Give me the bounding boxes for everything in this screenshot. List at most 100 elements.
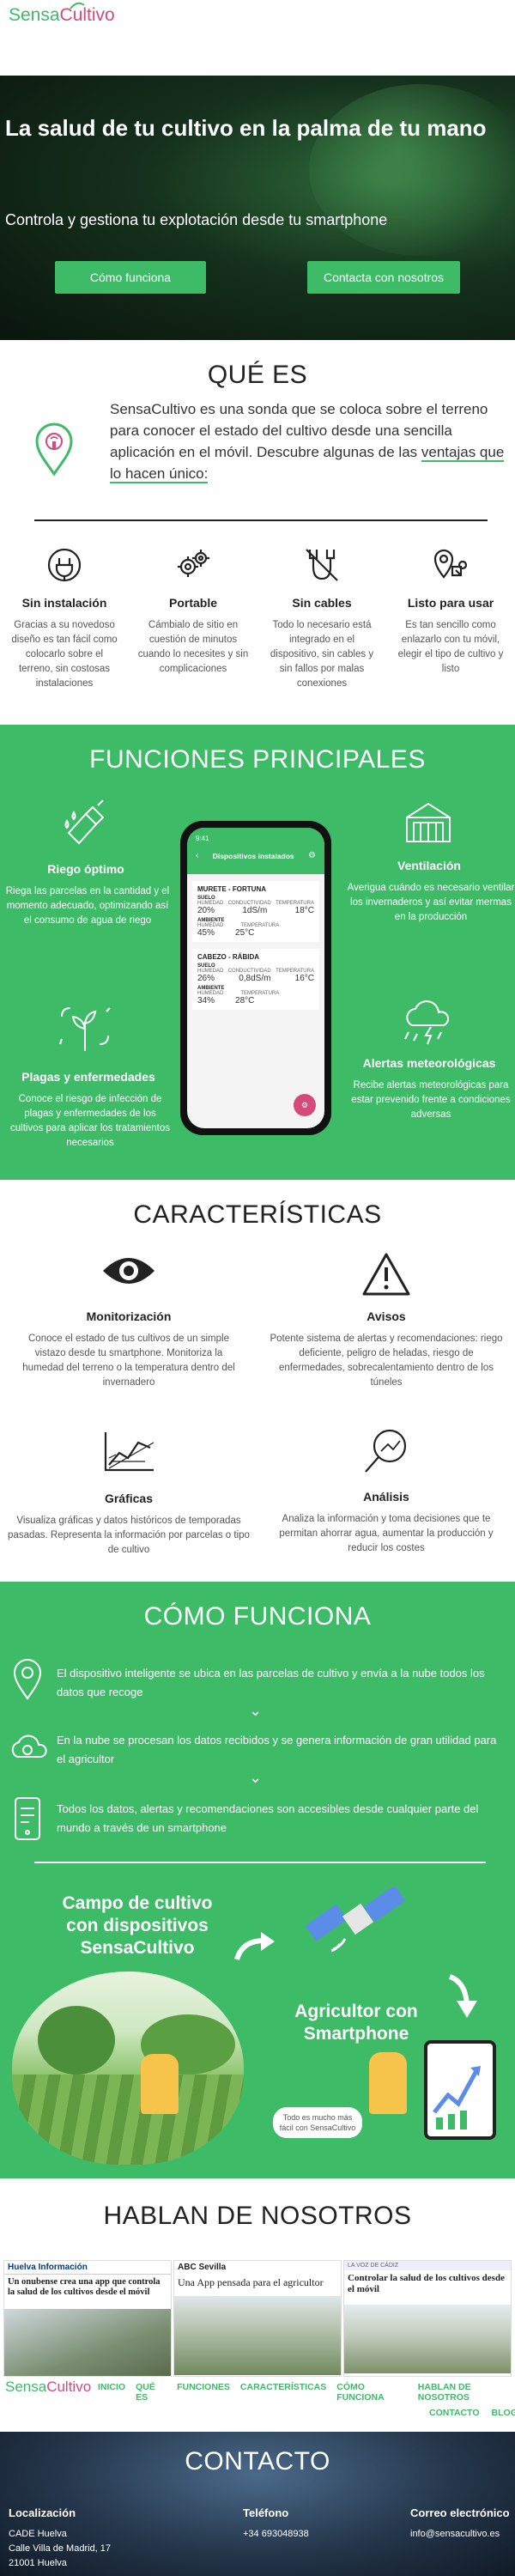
location-pin-icon bbox=[386, 546, 515, 584]
logo[interactable]: SensaCultivo bbox=[9, 2, 115, 26]
nav-funciones[interactable]: FUNCIONES bbox=[177, 2382, 230, 2403]
logo-text-sensa: Sensa bbox=[9, 5, 60, 25]
function-title: Alertas meteorológicas bbox=[362, 1056, 496, 1070]
news-image bbox=[4, 2309, 171, 2376]
characteristic-text: Analiza la información y toma decisiones… bbox=[279, 1514, 494, 1553]
step-text: El dispositivo inteligente se ubica en l… bbox=[57, 1667, 485, 1698]
feature-title: Listo para usar bbox=[407, 596, 494, 610]
contact-phone: Teléfono +34 693048938 bbox=[243, 2506, 309, 2542]
como-funciona-title: CÓMO FUNCIONA bbox=[143, 1602, 372, 1631]
device-value: 25°C bbox=[235, 928, 255, 938]
news-headline: Controlar la salud de los cultivos desde… bbox=[348, 2273, 505, 2294]
phone-number[interactable]: +34 693048938 bbox=[243, 2527, 309, 2542]
chevron-down-icon: ⌄ bbox=[249, 1769, 263, 1786]
contact-title: CONTACTO bbox=[185, 2447, 330, 2476]
hero-title: La salud de tu cultivo en la palma de tu… bbox=[5, 115, 487, 141]
feature-listo: Listo para usar Es tan sencillo como enl… bbox=[386, 546, 515, 677]
que-es-title: QUÉ ES bbox=[207, 361, 308, 389]
contact-email: Correo electrónico info@sensacultivo.es bbox=[410, 2506, 510, 2542]
nav-hablan[interactable]: HABLAN DE NOSOTROS bbox=[418, 2382, 515, 2403]
feature-sin-cables: Sin cables Todo lo necesario está integr… bbox=[258, 546, 386, 691]
nav-row-2: CONTACTO BLOG bbox=[429, 2408, 515, 2418]
plant-icon bbox=[57, 1001, 113, 1057]
news-image bbox=[344, 2305, 511, 2373]
nav-como-funciona[interactable]: CÓMO FUNCIONA bbox=[336, 2382, 408, 2403]
weather-icon bbox=[400, 996, 455, 1050]
device-card[interactable]: MURETE - FORTUNA SUELO HUMEDAD CONDUCTIVI… bbox=[192, 881, 319, 942]
device-value: 18°C bbox=[294, 906, 314, 915]
function-title: Riego óptimo bbox=[47, 862, 124, 876]
phone-header: 9:41 ‹ Dispositivos instalados ⚙ bbox=[187, 828, 324, 874]
characteristic-text: Conoce el estado de tus cultivos de un s… bbox=[22, 1334, 235, 1388]
device-value: 26% bbox=[197, 974, 215, 983]
characteristic-monitorizacion: Monitorización Conoce el estado de tus c… bbox=[0, 1252, 258, 1390]
cloud-gear-icon bbox=[7, 1729, 48, 1768]
farmer-figure bbox=[141, 2054, 179, 2114]
function-text: Recibe alertas meteorológicas para estar… bbox=[351, 1080, 511, 1120]
device-value: 20% bbox=[197, 906, 215, 915]
footer-logo[interactable]: SensaCultivo bbox=[5, 2379, 91, 2396]
contact-button[interactable]: Contacta con nosotros bbox=[307, 261, 460, 294]
nav-que-es[interactable]: QUÉ ES bbox=[136, 2382, 167, 2403]
characteristic-graficas: Gráficas Visualiza gráficas y datos hist… bbox=[0, 1431, 258, 1558]
funciones-section: FUNCIONES PRINCIPALES Riego óptimo Riega… bbox=[0, 725, 515, 1180]
device-card[interactable]: CABEZO - RÁBIDA SUELO HUMEDAD CONDUCTIVID… bbox=[192, 949, 319, 1010]
phone-time: 9:41 bbox=[196, 835, 209, 842]
chevron-down-icon: ⌄ bbox=[249, 1702, 263, 1719]
location-device-icon bbox=[34, 421, 74, 482]
phone-data-icon bbox=[10, 1796, 45, 1845]
plug-icon bbox=[0, 546, 129, 584]
que-es-description: SensaCultivo es una sonda que se coloca … bbox=[110, 398, 505, 484]
news-headline: Un onubense crea una app que controla la… bbox=[8, 2277, 161, 2297]
phone-illustration bbox=[424, 2040, 496, 2140]
how-it-works-button[interactable]: Cómo funciona bbox=[55, 261, 206, 294]
news-card[interactable]: Huelva Información Un onubense crea una … bbox=[3, 2260, 172, 2377]
back-icon[interactable]: ‹ bbox=[196, 851, 198, 860]
nav-contacto[interactable]: CONTACTO bbox=[429, 2408, 480, 2418]
device-value: 0,8dS/m bbox=[239, 974, 271, 983]
arrow-down-icon bbox=[445, 1973, 482, 2024]
location-line: Calle Villa de Madrid, 17 bbox=[9, 2543, 112, 2554]
phone-header-title: Dispositivos instalados bbox=[212, 851, 294, 860]
email-label: Correo electrónico bbox=[410, 2506, 510, 2519]
characteristic-avisos: Avisos Potente sistema de alertas y reco… bbox=[258, 1252, 515, 1390]
caracteristicas-title: CARACTERÍSTICAS bbox=[133, 1200, 382, 1229]
news-headline: Una App pensada para el agricultor bbox=[178, 2276, 324, 2288]
gears-icon bbox=[129, 546, 258, 584]
divider bbox=[34, 1862, 486, 1863]
hero-subtitle: Controla y gestiona tu explotación desde… bbox=[5, 211, 388, 228]
email-link[interactable]: info@sensacultivo.es bbox=[410, 2527, 510, 2542]
device-value: 16°C bbox=[294, 974, 314, 983]
feature-portable: Portable Cámbialo de sitio en cuestión d… bbox=[129, 546, 258, 677]
nav-caracteristicas[interactable]: CARACTERÍSTICAS bbox=[240, 2382, 326, 2403]
feature-title: Sin instalación bbox=[21, 596, 107, 610]
como-funciona-section: CÓMO FUNCIONA El dispositivo inteligente… bbox=[0, 1582, 515, 2178]
function-title: Ventilación bbox=[397, 859, 461, 872]
characteristic-title: Gráficas bbox=[104, 1492, 154, 1505]
settings-icon[interactable]: ⚙ bbox=[308, 851, 316, 860]
logo-text-sensa: Sensa bbox=[5, 2379, 47, 2395]
device-value: 45% bbox=[197, 928, 215, 938]
hero-leaf-decor bbox=[309, 84, 515, 256]
phone-screen: 9:41 ‹ Dispositivos instalados ⚙ MURETE … bbox=[187, 828, 324, 1128]
characteristic-title: Avisos bbox=[367, 1309, 406, 1323]
logo-text-cultivo: Cultivo bbox=[46, 2379, 92, 2395]
location-line: CADE Huelva bbox=[9, 2529, 67, 2539]
illustration-right-title: Agricultor con Smartphone bbox=[294, 2002, 418, 2044]
function-title: Plagas y enfermedades bbox=[21, 1070, 155, 1084]
fab-button[interactable]: ⚙ bbox=[294, 1094, 316, 1116]
function-text: Riega las parcelas en la cantidad y el m… bbox=[5, 886, 170, 926]
step-text: En la nube se procesan los datos recibid… bbox=[57, 1734, 497, 1765]
funciones-title: FUNCIONES PRINCIPALES bbox=[89, 745, 426, 774]
chart-icon bbox=[0, 1431, 258, 1478]
phone-label: Teléfono bbox=[243, 2506, 289, 2519]
nav-blog[interactable]: BLOG bbox=[492, 2408, 515, 2418]
hero-section: La salud de tu cultivo en la palma de tu… bbox=[0, 76, 515, 340]
news-card[interactable]: LA VOZ DE CÁDIZ Controlar la salud de lo… bbox=[343, 2260, 512, 2377]
news-card[interactable]: ABC Sevilla Una App pensada para el agri… bbox=[173, 2260, 342, 2377]
speech-bubble: Todo es mucho más fácil con SensaCultivo bbox=[273, 2107, 362, 2138]
nav-inicio[interactable]: INICIO bbox=[98, 2382, 125, 2403]
device-name: CABEZO - RÁBIDA bbox=[197, 953, 259, 961]
characteristic-analisis: Análisis Analiza la información y toma d… bbox=[258, 1425, 515, 1556]
farmer-phone-illustration bbox=[369, 2052, 407, 2114]
